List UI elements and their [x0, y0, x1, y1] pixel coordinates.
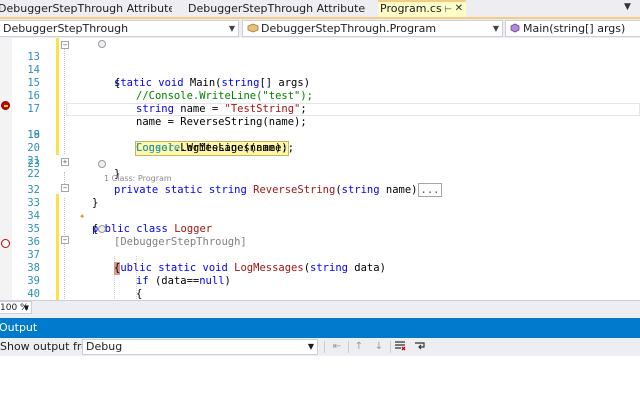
chevron-down-icon: ▼: [492, 24, 499, 33]
member-dropdown[interactable]: Main(string[] args): [505, 20, 640, 37]
tab-label: DebuggerStepThrough Attribute.html: [0, 2, 172, 15]
code-line[interactable]: 36 public static void LogMessages(string…: [0, 223, 640, 274]
chevron-down-icon: ▼: [307, 342, 314, 351]
method-icon: [510, 23, 520, 33]
clear-all-glyph: [395, 341, 406, 351]
code-line[interactable]: 33 ✦ public class Logger: [0, 184, 640, 235]
code-line[interactable]: 16 string name = "TestString";: [0, 77, 640, 115]
dropdown-icon[interactable]: ▼: [624, 2, 631, 12]
pin-icon[interactable]: ⊢: [444, 3, 452, 17]
project-name: DebuggerStepThrough: [3, 22, 129, 35]
editor-status-strip: 100 % ▼: [0, 300, 640, 314]
code-line[interactable]: 32 } 1 Class: Program: [0, 171, 640, 209]
word-wrap-glyph: [415, 342, 425, 350]
code-line[interactable]: 38 if (data==null): [0, 249, 640, 287]
member-name: Main(string[] args): [523, 22, 626, 35]
code-line[interactable]: 19 Logger.LogMessages(name);: [0, 116, 640, 154]
type-dropdown[interactable]: DebuggerStepThrough.Program ▼: [242, 20, 503, 37]
current-line-highlight: [66, 103, 640, 116]
code-editor[interactable]: − + − − 13 static void Main(string[] arg…: [0, 38, 640, 301]
navigation-bar: DebuggerStepThrough ▼ DebuggerStepThroug…: [0, 19, 640, 38]
tab-debuggerstepthrough-attribute-1[interactable]: DebuggerStepThrough Attribute.html: [0, 0, 172, 17]
code-line[interactable]: 21 }: [0, 142, 640, 180]
code-line[interactable]: 17 name = ReverseString(name);: [0, 90, 640, 128]
next-message-icon[interactable]: ↓: [372, 340, 386, 354]
code-line[interactable]: 40 Console.WriteLine("Null Variable");: [0, 275, 640, 300]
tab-label: DebuggerStepThrough Attribute.html: [188, 2, 366, 15]
output-toolbar: Show output from: Debug ▼ ⇤ ↑ ↓: [0, 338, 640, 356]
class-icon: [247, 23, 259, 33]
tab-program-cs[interactable]: Program.cs ⊢ ✕: [378, 0, 466, 17]
reference-icon[interactable]: [98, 160, 106, 168]
code-line-current[interactable]: 18 Console.WriteLine(name);: [0, 103, 640, 156]
zoom-dropdown[interactable]: 100 % ▼: [0, 301, 32, 314]
tab-label: Program.cs: [380, 2, 442, 15]
chevron-down-icon: ▼: [228, 24, 235, 33]
code-line[interactable]: 37 {: [0, 236, 640, 275]
chevron-down-icon: ▼: [23, 304, 29, 312]
tab-debuggerstepthrough-attribute-2[interactable]: DebuggerStepThrough Attribute.html: [186, 0, 366, 17]
output-source-select[interactable]: Debug ▼: [82, 339, 318, 355]
code-line[interactable]: 35 [DebuggerStepThrough]: [0, 210, 640, 248]
code-line[interactable]: 39 {: [0, 262, 640, 300]
output-text-area[interactable]: [0, 356, 640, 400]
code-line[interactable]: 14 {: [0, 51, 640, 89]
toolbar-separator: [348, 341, 349, 353]
code-line[interactable]: 15 //Console.WriteLine("test");: [0, 64, 640, 102]
reference-icon[interactable]: [98, 225, 106, 233]
code-line[interactable]: 20: [0, 129, 640, 154]
output-title: Output: [0, 321, 38, 334]
previous-message-icon[interactable]: ↑: [352, 340, 366, 354]
output-source-value: Debug: [86, 340, 123, 353]
code-line[interactable]: 13 static void Main(string[] args): [0, 38, 640, 89]
clear-all-icon[interactable]: [393, 340, 407, 354]
close-icon[interactable]: ✕: [455, 2, 463, 16]
word-wrap-icon[interactable]: [413, 340, 427, 354]
document-tab-strip: DebuggerStepThrough Attribute.html Debug…: [0, 0, 640, 17]
code-line[interactable]: private static string ReverseString(stri…: [0, 158, 640, 197]
find-message-icon[interactable]: ⇤: [330, 340, 344, 354]
toolbar-separator: [390, 341, 391, 353]
reference-icon[interactable]: [98, 40, 106, 48]
type-name: DebuggerStepThrough.Program: [261, 22, 437, 35]
code-line[interactable]: 34 {: [0, 197, 640, 235]
project-dropdown[interactable]: DebuggerStepThrough ▼: [0, 20, 239, 37]
toolbar-separator: [324, 341, 325, 353]
output-panel-header[interactable]: Output: [0, 318, 640, 338]
